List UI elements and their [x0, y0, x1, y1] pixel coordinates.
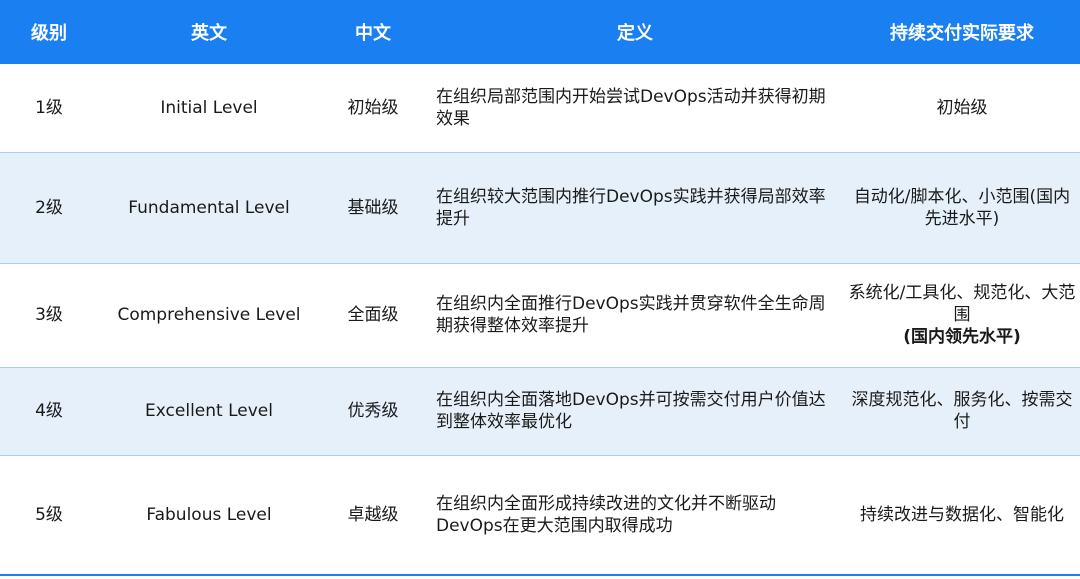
level-cell: 2级: [35, 197, 63, 218]
header-level: 级别: [0, 0, 98, 64]
requirement-text: 初始级: [936, 97, 988, 118]
definition-cell: 在组织内全面推行DevOps实践并贯穿软件全生命周期获得整体效率提升: [436, 294, 826, 336]
requirement-cell: 自动化/脚本化、小范围(国内先进水平): [844, 152, 1080, 263]
level-cell: 1级: [35, 97, 63, 118]
requirement-emphasis: (国内领先水平): [903, 327, 1021, 347]
table-row: 4级 Excellent Level 优秀级 在组织内全面落地DevOps并可按…: [0, 367, 1080, 455]
level-cell: 3级: [35, 305, 63, 325]
header-definition: 定义: [426, 0, 844, 64]
level-cell: 5级: [35, 504, 63, 525]
header-requirement: 持续交付实际要求: [844, 0, 1080, 64]
english-cell: Comprehensive Level: [117, 305, 301, 325]
requirement-text: 持续改进与数据化、智能化: [860, 504, 1064, 525]
english-cell: Fabulous Level: [146, 504, 272, 525]
level-cell: 4级: [35, 401, 63, 421]
requirement-text: 系统化/工具化、规范化、大范围: [848, 283, 1076, 325]
requirement-text: 深度规范化、服务化、按需交付: [851, 390, 1073, 432]
requirement-cell: 初始级: [844, 64, 1080, 152]
chinese-cell: 全面级: [347, 305, 399, 325]
english-cell: Fundamental Level: [128, 197, 290, 218]
chinese-cell: 初始级: [347, 97, 399, 118]
table-row: 3级 Comprehensive Level 全面级 在组织内全面推行DevOp…: [0, 263, 1080, 367]
english-cell: Excellent Level: [145, 401, 273, 421]
header-chinese: 中文: [320, 0, 426, 64]
requirement-cell: 深度规范化、服务化、按需交付: [844, 367, 1080, 455]
english-cell: Initial Level: [160, 97, 258, 118]
requirement-cell: 持续改进与数据化、智能化: [844, 455, 1080, 575]
definition-cell: 在组织局部范围内开始尝试DevOps活动并获得初期效果: [436, 86, 826, 129]
maturity-level-table: 级别 英文 中文 定义 持续交付实际要求 1级 Initial Level 初始…: [0, 0, 1080, 576]
requirement-cell: 系统化/工具化、规范化、大范围 (国内领先水平): [844, 263, 1080, 367]
chinese-cell: 基础级: [347, 197, 399, 218]
chinese-cell: 卓越级: [347, 504, 399, 525]
table-header-row: 级别 英文 中文 定义 持续交付实际要求: [0, 0, 1080, 64]
requirement-text: 自动化/脚本化、小范围(国内先进水平): [853, 186, 1071, 229]
chinese-cell: 优秀级: [347, 401, 399, 421]
table-row: 5级 Fabulous Level 卓越级 在组织内全面形成持续改进的文化并不断…: [0, 455, 1080, 575]
header-english: 英文: [98, 0, 320, 64]
definition-cell: 在组织内全面落地DevOps并可按需交付用户价值达到整体效率最优化: [436, 390, 826, 432]
definition-cell: 在组织内全面形成持续改进的文化并不断驱动DevOps在更大范围内取得成功: [436, 493, 776, 536]
definition-cell: 在组织较大范围内推行DevOps实践并获得局部效率提升: [436, 186, 826, 229]
table-row: 1级 Initial Level 初始级 在组织局部范围内开始尝试DevOps活…: [0, 64, 1080, 152]
table-row: 2级 Fundamental Level 基础级 在组织较大范围内推行DevOp…: [0, 152, 1080, 263]
